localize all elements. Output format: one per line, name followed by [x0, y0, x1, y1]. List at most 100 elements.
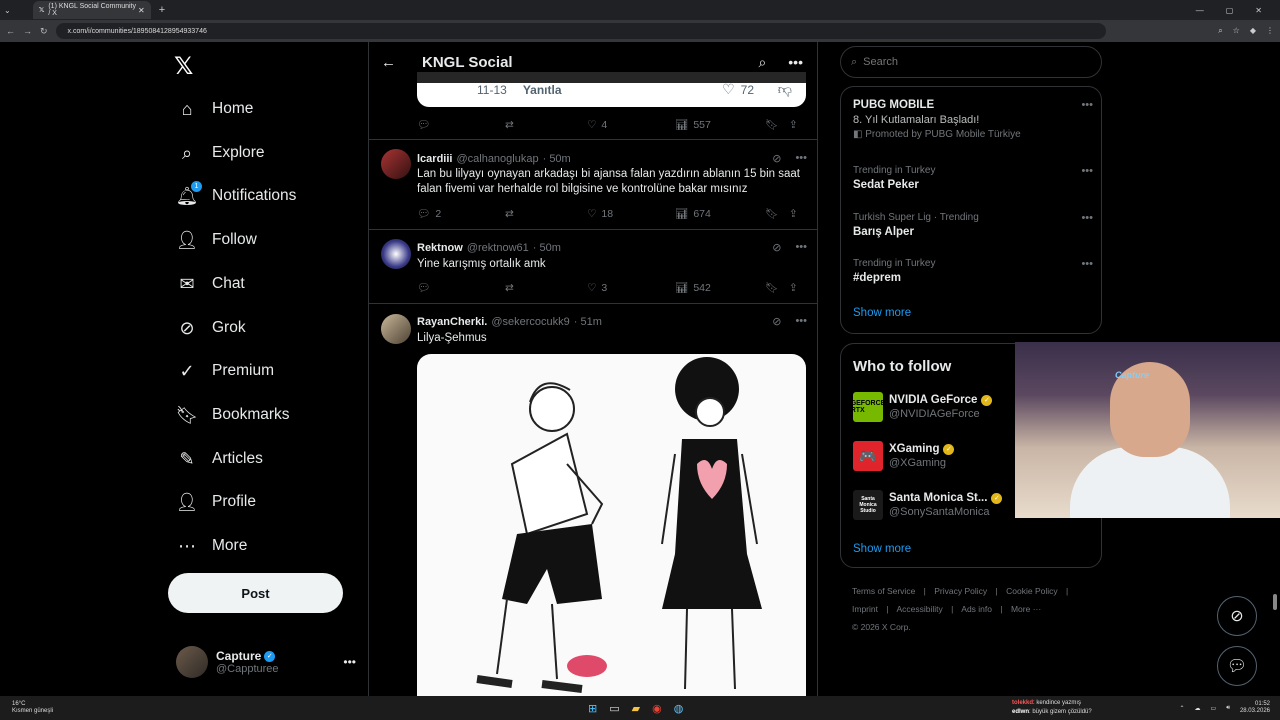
grok-icon[interactable]: ⊘	[772, 241, 781, 254]
bookmark-star-icon[interactable]: ☆	[1233, 26, 1240, 36]
retweet-button[interactable]: ⇄	[505, 208, 587, 220]
minimize-icon[interactable]: —	[1196, 6, 1204, 15]
account-more-icon[interactable]: •••	[343, 655, 356, 669]
grok-icon[interactable]: ⊘	[772, 152, 781, 165]
nav-chat[interactable]: ✉ Chat	[176, 269, 244, 299]
retweet-button[interactable]: ⇄	[505, 119, 587, 131]
steam-icon[interactable]: ◍	[674, 702, 684, 715]
clock[interactable]: 01:52 28.03.2026	[1240, 701, 1270, 715]
follow-suggestion[interactable]: Santa Monica Studio Santa Monica St... ✓ …	[853, 490, 1003, 520]
forward-icon[interactable]: →	[23, 26, 32, 36]
trend-item[interactable]: Turkish Super Lig · Trending Barış Alper…	[853, 212, 1093, 238]
trend-more-icon[interactable]: •••	[1081, 165, 1093, 177]
cloud-icon[interactable]: ☁	[1195, 705, 1201, 712]
accessibility-link[interactable]: Accessibility	[896, 604, 942, 614]
more-link[interactable]: More ···	[1011, 604, 1041, 614]
bookmark-button[interactable]: 🔖︎	[765, 281, 789, 294]
tweet-handle[interactable]: @calhanoglukap	[456, 153, 538, 165]
trend-more-icon[interactable]: •••	[1081, 99, 1093, 111]
share-icon[interactable]: ⇪	[789, 282, 803, 294]
reply-button[interactable]: 💬︎	[417, 118, 505, 131]
tray-expand-icon[interactable]: ⌃	[1179, 705, 1184, 712]
ads-info-link[interactable]: Ads info	[961, 604, 992, 614]
like-button[interactable]: ♡ 3	[587, 282, 675, 294]
nav-home[interactable]: ⌂ Home	[176, 94, 254, 124]
trends-show-more[interactable]: Show more	[853, 307, 911, 319]
tweet-handle[interactable]: @sekercocukk9	[491, 316, 569, 328]
share-icon[interactable]: ⇪	[789, 119, 803, 131]
imprint-link[interactable]: Imprint	[852, 604, 878, 614]
grok-fab-button[interactable]: ⊘	[1217, 596, 1257, 636]
trend-item[interactable]: Trending in Turkey Sedat Peker •••	[853, 165, 1093, 191]
file-explorer-icon[interactable]: ▰	[632, 702, 640, 715]
like-button[interactable]: ♡ 18	[587, 208, 675, 220]
reply-button[interactable]: 💬︎ 2	[417, 207, 505, 221]
tweet-author[interactable]: RayanCherki.	[417, 316, 487, 328]
windows-start-icon[interactable]: ⊞	[588, 702, 597, 715]
avatar[interactable]	[381, 149, 411, 179]
tweet-time[interactable]: · 50m	[543, 153, 571, 165]
nav-premium[interactable]: ✓ Premium	[176, 356, 274, 386]
close-window-icon[interactable]: ✕	[1255, 6, 1262, 15]
like-button[interactable]: ♡ 4	[587, 119, 675, 131]
chrome-icon[interactable]: ◉	[652, 702, 662, 715]
grok-icon[interactable]: ⊘	[772, 315, 781, 328]
views-button[interactable]: 📊︎ 557	[675, 118, 765, 132]
task-view-icon[interactable]: ▭	[609, 702, 619, 715]
menu-icon[interactable]: ⋮	[1266, 26, 1274, 36]
cookie-link[interactable]: Cookie Policy	[1006, 586, 1058, 596]
bookmark-button[interactable]: 🔖︎	[765, 118, 789, 131]
maximize-icon[interactable]: ▢	[1226, 6, 1234, 15]
bookmark-button[interactable]: 🔖︎	[765, 207, 789, 220]
reply-button[interactable]: 💬︎	[417, 281, 505, 294]
tweet-author[interactable]: lcardiii	[417, 153, 452, 165]
nav-follow[interactable]: 👤︎ Follow	[176, 225, 257, 255]
back-arrow-icon[interactable]: ←	[381, 54, 396, 71]
new-tab-icon[interactable]: +	[159, 4, 165, 16]
nav-articles[interactable]: ✎ Articles	[176, 444, 262, 474]
zoom-icon[interactable]: ⌕	[1218, 26, 1222, 36]
tweet-time[interactable]: · 50m	[533, 242, 561, 254]
privacy-link[interactable]: Privacy Policy	[934, 586, 987, 596]
browser-tab[interactable]: 𝕏 (1) KNGL Social Community / X ✕	[32, 1, 151, 19]
scrollbar[interactable]	[1272, 42, 1278, 696]
x-logo-icon[interactable]: 𝕏	[174, 52, 193, 81]
tweet-author[interactable]: Rektnow	[417, 242, 463, 254]
account-switcher[interactable]: Capture ✓ @Cappturee •••	[176, 646, 356, 678]
volume-icon[interactable]: 🔊︎	[1226, 705, 1230, 712]
nav-more[interactable]: ⋯ More	[176, 531, 247, 561]
tweet-handle[interactable]: @rektnow61	[467, 242, 529, 254]
url-field[interactable]: x.com/i/communities/1895084128954933746	[55, 23, 1106, 39]
tab-close-icon[interactable]: ✕	[138, 6, 145, 15]
views-button[interactable]: 📊︎ 542	[675, 281, 765, 295]
search-input[interactable]	[863, 56, 1064, 68]
extension-icon[interactable]: ◆	[1250, 26, 1256, 36]
trend-more-icon[interactable]: •••	[1081, 258, 1093, 270]
scroll-thumb[interactable]	[1273, 594, 1277, 610]
nav-grok[interactable]: ⊘ Grok	[176, 313, 245, 343]
views-button[interactable]: 📊︎ 674	[675, 207, 765, 221]
search-icon[interactable]: ⌕	[758, 54, 766, 71]
tweet-image[interactable]	[417, 354, 806, 696]
follow-suggestion[interactable]: GEFORCE RTX NVIDIA GeForce ✓ @NVIDIAGeFor…	[851, 392, 993, 422]
nav-explore[interactable]: ⌕ Explore	[176, 138, 265, 168]
network-icon[interactable]: ▭	[1211, 705, 1217, 712]
promoted-trend[interactable]: PUBG MOBILE 8. Yıl Kutlamaları Başladı! …	[853, 99, 1093, 140]
more-icon[interactable]: •••	[788, 54, 803, 71]
trend-more-icon[interactable]: •••	[1081, 212, 1093, 224]
follow-show-more[interactable]: Show more	[853, 543, 911, 555]
nav-profile[interactable]: 👤︎ Profile	[176, 487, 256, 517]
share-icon[interactable]: ⇪	[789, 208, 803, 220]
nav-notifications[interactable]: 🔔︎ 1 Notifications	[176, 181, 296, 211]
tab-search-icon[interactable]: ⌄	[4, 6, 11, 15]
weather-widget[interactable]: 16°C Kısmen güneşli	[0, 701, 53, 715]
trend-item[interactable]: Trending in Turkey #deprem •••	[853, 258, 1093, 284]
follow-suggestion[interactable]: 🎮 XGaming ✓ @XGaming	[853, 441, 955, 471]
back-icon[interactable]: ←	[6, 26, 15, 36]
terms-link[interactable]: Terms of Service	[852, 586, 915, 596]
tweet-time[interactable]: · 51m	[574, 316, 602, 328]
tweet-more-icon[interactable]: •••	[795, 315, 807, 328]
avatar[interactable]	[381, 239, 411, 269]
chat-fab-button[interactable]: 💬︎	[1217, 646, 1257, 686]
avatar[interactable]	[381, 314, 411, 344]
